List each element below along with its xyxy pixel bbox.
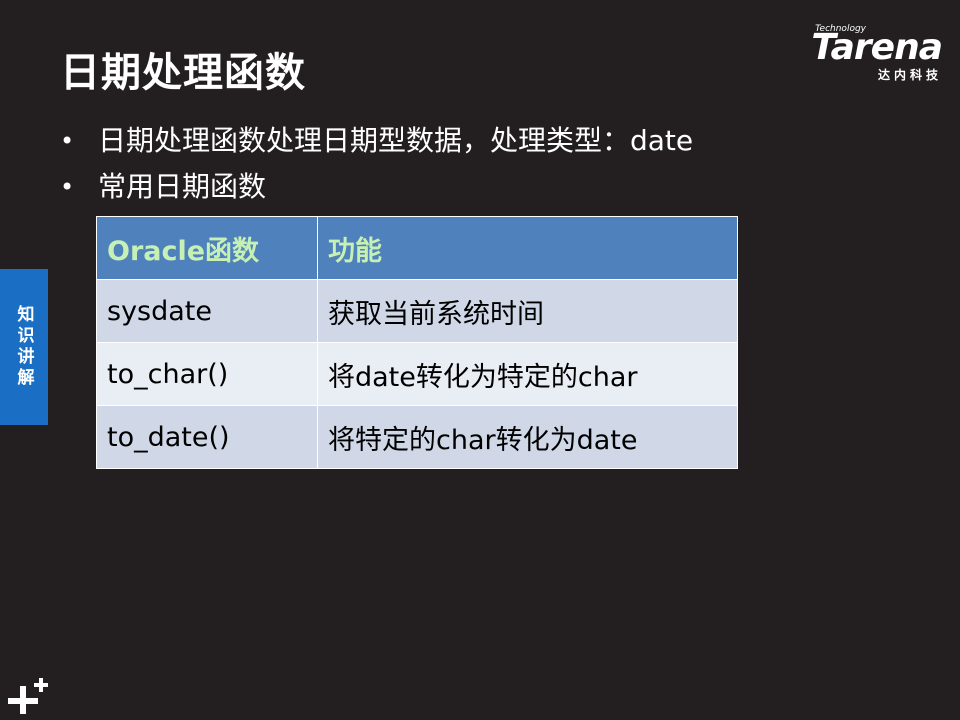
side-tab-label: 知识讲解 bbox=[13, 305, 34, 389]
function-name-cell: to_char() bbox=[96, 342, 318, 406]
table-row: to_date() 将特定的char转化为date bbox=[96, 405, 738, 469]
bullet-text: 日期处理函数处理日期型数据，处理类型：date bbox=[98, 124, 694, 157]
table-header-row: Oracle函数 功能 bbox=[96, 216, 738, 280]
table-row: sysdate 获取当前系统时间 bbox=[96, 279, 738, 343]
function-description-cell: 将date转化为特定的char bbox=[317, 342, 738, 406]
logo-chinese-name: 达内科技 bbox=[877, 68, 942, 82]
tarena-logo: Technology Tarena 达内科技 bbox=[782, 24, 943, 84]
function-description-cell: 将特定的char转化为date bbox=[317, 405, 738, 469]
function-name-cell: to_date() bbox=[96, 405, 318, 469]
function-description-cell: 获取当前系统时间 bbox=[317, 279, 738, 343]
date-function-table: Oracle函数 功能 sysdate 获取当前系统时间 to_char() 将… bbox=[96, 216, 738, 469]
slide-title: 日期处理函数 bbox=[60, 50, 306, 96]
table-row: to_char() 将date转化为特定的char bbox=[96, 342, 738, 406]
bullet-item: • 日期处理函数处理日期型数据，处理类型：date bbox=[60, 118, 693, 164]
bullet-dot-icon: • bbox=[60, 127, 75, 155]
bullet-dot-icon: • bbox=[60, 173, 75, 201]
side-tab-knowledge: 知识讲解 bbox=[0, 269, 48, 425]
bullet-text: 常用日期函数 bbox=[98, 170, 267, 203]
plus-icon bbox=[8, 678, 48, 714]
bullet-item: • 常用日期函数 bbox=[60, 164, 693, 210]
column-header-function: Oracle函数 bbox=[96, 216, 318, 280]
function-name-cell: sysdate bbox=[96, 279, 318, 343]
bullet-list: • 日期处理函数处理日期型数据，处理类型：date • 常用日期函数 bbox=[60, 118, 693, 210]
logo-brand: Tarena bbox=[811, 27, 943, 68]
column-header-description: 功能 bbox=[317, 216, 738, 280]
